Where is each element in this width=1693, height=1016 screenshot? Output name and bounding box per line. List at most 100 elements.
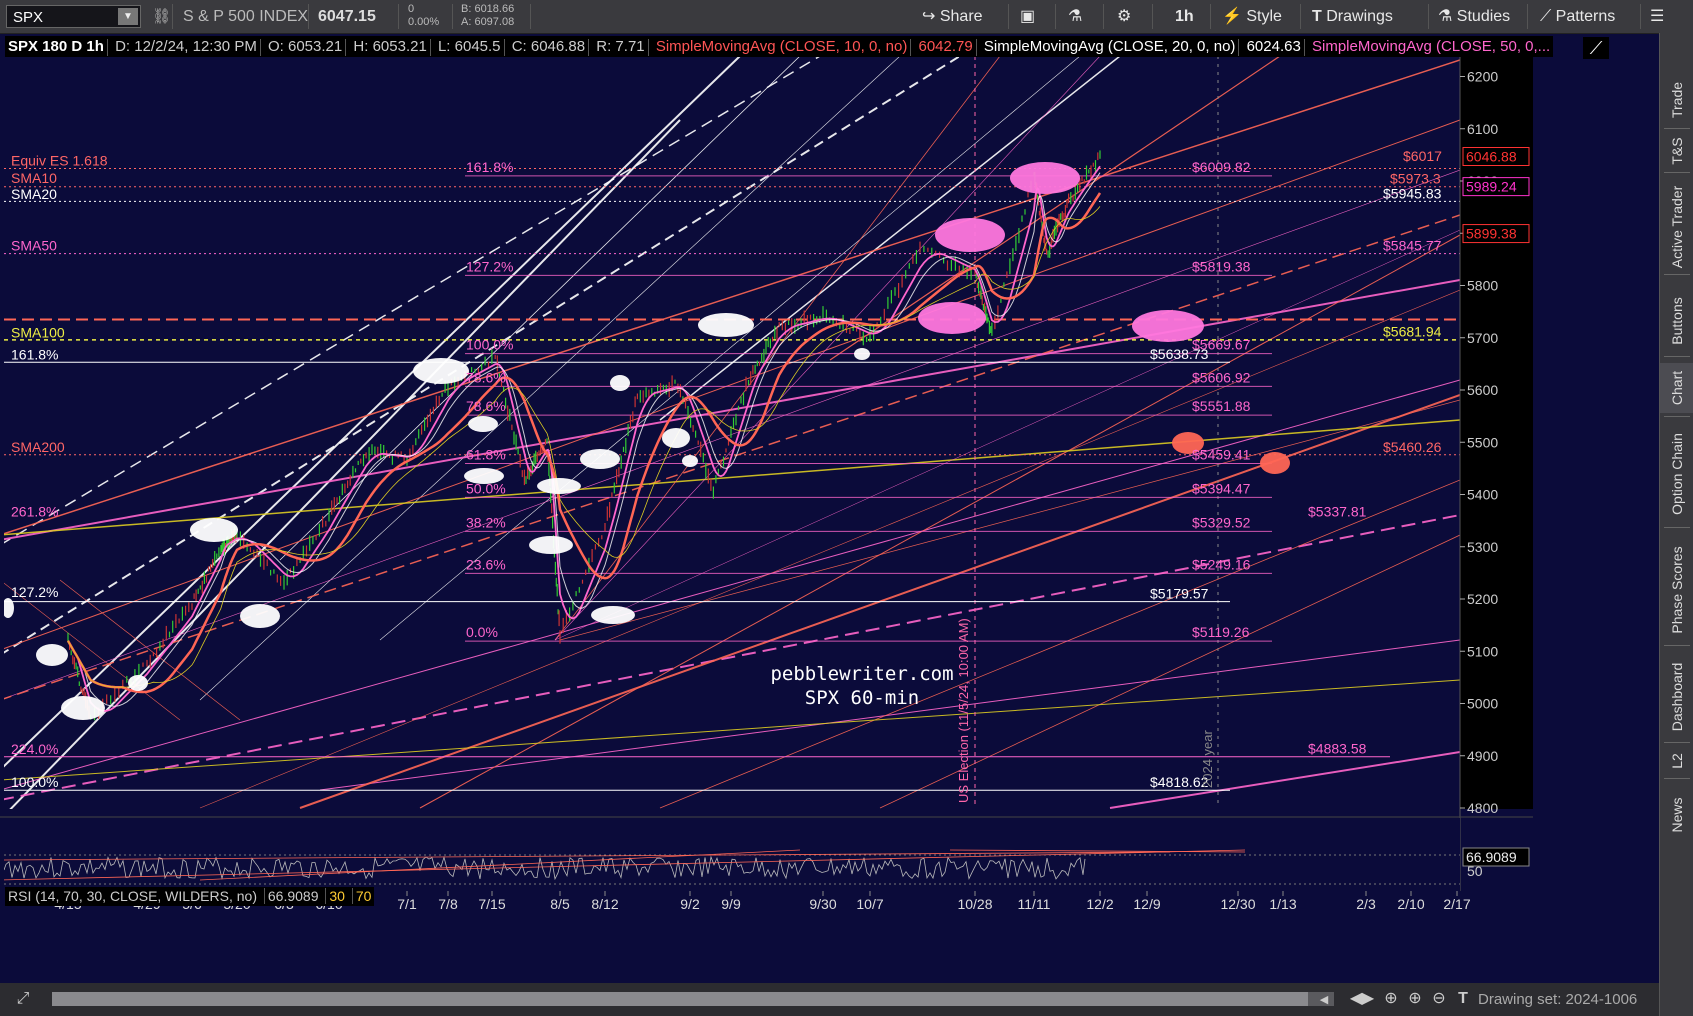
y-tick-label: 6200: [1467, 69, 1498, 85]
x-tick-label: 12/9: [1133, 896, 1160, 912]
rsi-label[interactable]: RSI (14, 70, 30, CLOSE, WILDERS, no): [5, 888, 260, 904]
timeframe-button[interactable]: 1h: [1175, 0, 1194, 33]
y-tick-label: 5500: [1467, 434, 1498, 450]
rsi-panel: 66.908950: [0, 816, 1533, 891]
sidebar-tab-trade[interactable]: Trade: [1660, 75, 1693, 125]
sidebar-tab-label: Buttons: [1669, 297, 1685, 345]
expand-icon[interactable]: ⤢: [12, 988, 34, 1010]
annotation-ellipse: [413, 358, 469, 384]
drawings-button[interactable]: T Drawings: [1312, 0, 1393, 33]
sidebar-tab-label: Chart: [1669, 370, 1685, 406]
x-tick-label: 2/10: [1397, 896, 1424, 912]
sidebar-tab-news[interactable]: News: [1660, 785, 1693, 845]
level-price-label: $5638.73: [1150, 346, 1209, 362]
scrollbar-thumb[interactable]: [52, 992, 1308, 1006]
flask-icon: ⚗: [1438, 8, 1453, 25]
level-label: SMA20: [11, 186, 57, 202]
sma10-line: [67, 165, 1101, 712]
annotation-ellipse: [662, 428, 690, 448]
level-label: Equiv ES 1.618: [11, 152, 108, 168]
sidebar-tab-label: News: [1669, 797, 1685, 833]
level-label: SMA10: [11, 170, 57, 186]
link-icon[interactable]: ⛓: [152, 0, 171, 33]
gear-icon[interactable]: ⚙: [1117, 0, 1131, 33]
patterns-button[interactable]: ⟋ Patterns: [1540, 0, 1615, 33]
sidebar-tab-active-trader[interactable]: Active Trader: [1660, 183, 1693, 271]
year-label: 2024 year: [1200, 730, 1215, 788]
annotation-ellipse: [61, 696, 105, 720]
annotation-ellipse: [4, 598, 14, 618]
sma20-legend[interactable]: SimpleMovingAvg (CLOSE, 20, 0, no): [981, 38, 1239, 55]
price-axis: 4800 4900 5000 5100 5200 5300 5400 5500 5600 5700…: [1459, 56, 1533, 983]
y-tick-label: 5100: [1467, 643, 1498, 659]
sidebar-tab-option-chain[interactable]: Option Chain: [1660, 424, 1693, 524]
trendline: [9, 119, 681, 809]
level-price-label: $5460.26: [1383, 439, 1442, 455]
annotation-ellipse: [854, 348, 870, 360]
price-chart[interactable]: 161.8% $6009.82127.2% $5819.38100.0% $5669.…: [0, 33, 1659, 983]
annotation-ellipse: [468, 416, 498, 432]
watermark-line1: pebblewriter.com: [770, 663, 953, 685]
sma50-legend[interactable]: SimpleMovingAvg (CLOSE, 50, 0,...: [1309, 38, 1553, 55]
x-tick-label: 12/2: [1086, 896, 1113, 912]
annotation-ellipse: [1010, 162, 1080, 194]
x-tick-label: 12/30: [1220, 896, 1255, 912]
sidebar-tab-label: Phase Scores: [1669, 546, 1685, 634]
flask-icon[interactable]: ⚗: [1068, 0, 1082, 33]
level-label: 261.8%: [11, 504, 58, 520]
level-label: 100.0%: [11, 774, 58, 790]
annotation-ellipse: [36, 644, 68, 666]
studies-button[interactable]: ⚗ Studies: [1438, 0, 1510, 33]
symbol-text: SPX: [13, 9, 44, 26]
text-tool-icon[interactable]: T: [1452, 988, 1474, 1010]
chevron-down-icon[interactable]: ▼: [118, 8, 138, 25]
sidebar-tab-label: Trade: [1669, 81, 1685, 119]
share-icon: ↪: [922, 8, 936, 25]
share-button[interactable]: ↪ Share: [922, 0, 983, 33]
sma100-line: [67, 206, 1101, 688]
sma10-legend[interactable]: SimpleMovingAvg (CLOSE, 10, 0, no): [653, 38, 911, 55]
chart-settings-icon[interactable]: ▣: [1020, 0, 1035, 33]
scroll-left-icon[interactable]: ◀: [1313, 989, 1335, 1011]
crosshair-icon[interactable]: ⊕: [1380, 988, 1402, 1010]
fib-price-label: $5606.92: [1192, 369, 1251, 385]
sidebar-tab-label: Option Chain: [1669, 433, 1685, 515]
sma10-value: 6042.79: [918, 38, 973, 55]
annotation-ellipse: [918, 302, 986, 334]
top-toolbar: SPX ▼ ⛓ S & P 500 INDEX 6047.15 0 0.00% B:…: [0, 0, 1693, 34]
sidebar-tab-chart[interactable]: Chart: [1660, 363, 1693, 413]
zoom-out-icon[interactable]: ⊖: [1428, 988, 1450, 1010]
zoom-in-icon[interactable]: ⊕: [1404, 988, 1426, 1010]
sidebar-tab-t-s[interactable]: T&S: [1660, 133, 1693, 169]
sidebar-tab-dashboard[interactable]: Dashboard: [1660, 655, 1693, 739]
sidebar-tab-l2[interactable]: L2: [1660, 747, 1693, 775]
y-tick-label: 5300: [1467, 539, 1498, 555]
sidebar-tab-phase-scores[interactable]: Phase Scores: [1660, 538, 1693, 642]
sidebar-tab-buttons[interactable]: Buttons: [1660, 289, 1693, 353]
fib-price-label: $5551.88: [1192, 398, 1251, 414]
scroll-end-icon[interactable]: ▶: [1357, 988, 1379, 1010]
fib-label: 127.2%: [466, 258, 513, 274]
style-button[interactable]: ⚡ Style: [1222, 0, 1282, 33]
y-tick-label: 5200: [1467, 591, 1498, 607]
price-flag-label: 6046.88: [1466, 149, 1517, 165]
y-tick-label: 5600: [1467, 382, 1498, 398]
level-label: SMA200: [11, 439, 65, 455]
x-tick-label: 8/12: [591, 896, 618, 912]
chart-title: SPX 180 D 1h: [8, 38, 104, 55]
menu-icon[interactable]: ☰: [1650, 0, 1664, 33]
annotation-ellipse: [610, 375, 630, 391]
rsi-value: 66.9089: [263, 888, 322, 904]
rsi-level-low: 30: [325, 888, 348, 904]
fib-price-label: $6009.82: [1192, 159, 1251, 175]
level-price-label: $5681.94: [1383, 323, 1442, 339]
election-label: US Election (11/5/24, 10:00 AM): [956, 618, 971, 803]
drawing-set-label[interactable]: Drawing set: 2024-1006: [1478, 991, 1637, 1008]
level-label: 224.0%: [11, 741, 58, 757]
level-price-label: $5845.77: [1383, 238, 1442, 254]
trendline: [554, 229, 1460, 641]
symbol-input[interactable]: SPX ▼: [6, 5, 141, 28]
level-price-label: $5179.57: [1150, 586, 1209, 602]
level-price-label: $5337.81: [1308, 504, 1367, 520]
chart-tool-icon[interactable]: ⟋: [1583, 37, 1609, 59]
